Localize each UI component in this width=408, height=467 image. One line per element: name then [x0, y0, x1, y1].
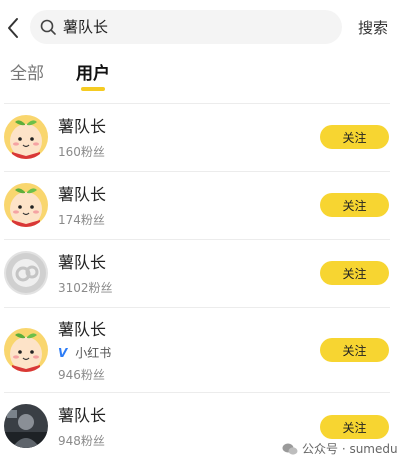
user-name[interactable]: 薯队长: [58, 185, 106, 205]
verified-v-icon: V: [58, 346, 68, 360]
user-name[interactable]: 薯队长: [58, 320, 106, 340]
tab-all[interactable]: 全部: [10, 63, 44, 85]
gray-default-avatar[interactable]: [4, 251, 48, 295]
wechat-icon: [282, 442, 298, 460]
top-bar: 薯队长 搜索: [0, 0, 408, 56]
fan-count: 174粉丝: [58, 213, 105, 227]
follow-button[interactable]: 关注: [320, 125, 389, 149]
tab-users[interactable]: 用户: [76, 63, 110, 85]
verified-badge: V 小红书: [58, 345, 111, 361]
user-name[interactable]: 薯队长: [58, 253, 106, 273]
active-tab-indicator: [81, 87, 105, 91]
user-row[interactable]: 薯队长 174粉丝 关注: [0, 172, 408, 239]
user-row[interactable]: 薯队长 3102粉丝 关注: [0, 240, 408, 307]
user-row[interactable]: 薯队长 V 小红书 946粉丝 关注: [0, 308, 408, 392]
fan-count: 3102粉丝: [58, 281, 113, 295]
watermark-text: 公众号 · sumedu: [302, 442, 398, 456]
user-row[interactable]: 薯队长 160粉丝 关注: [0, 104, 408, 171]
user-name[interactable]: 薯队长: [58, 406, 106, 426]
follow-button[interactable]: 关注: [320, 261, 389, 285]
photo-avatar[interactable]: [4, 404, 48, 448]
search-input[interactable]: 薯队长: [30, 10, 342, 44]
potato-avatar[interactable]: [4, 183, 48, 227]
follow-button[interactable]: 关注: [320, 193, 389, 217]
user-name[interactable]: 薯队长: [58, 117, 106, 137]
potato-avatar[interactable]: [4, 115, 48, 159]
back-icon[interactable]: [4, 14, 24, 42]
verified-label: 小红书: [75, 346, 112, 360]
watermark: 公众号 · sumedu: [282, 441, 398, 460]
follow-button[interactable]: 关注: [320, 338, 389, 362]
search-button[interactable]: 搜索: [358, 18, 388, 38]
fan-count: 160粉丝: [58, 145, 105, 159]
follow-button[interactable]: 关注: [320, 415, 389, 439]
potato-avatar[interactable]: [4, 328, 48, 372]
search-query[interactable]: 薯队长: [63, 18, 108, 36]
fan-count: 948粉丝: [58, 434, 105, 448]
fan-count: 946粉丝: [58, 368, 105, 382]
search-icon: [39, 18, 57, 36]
